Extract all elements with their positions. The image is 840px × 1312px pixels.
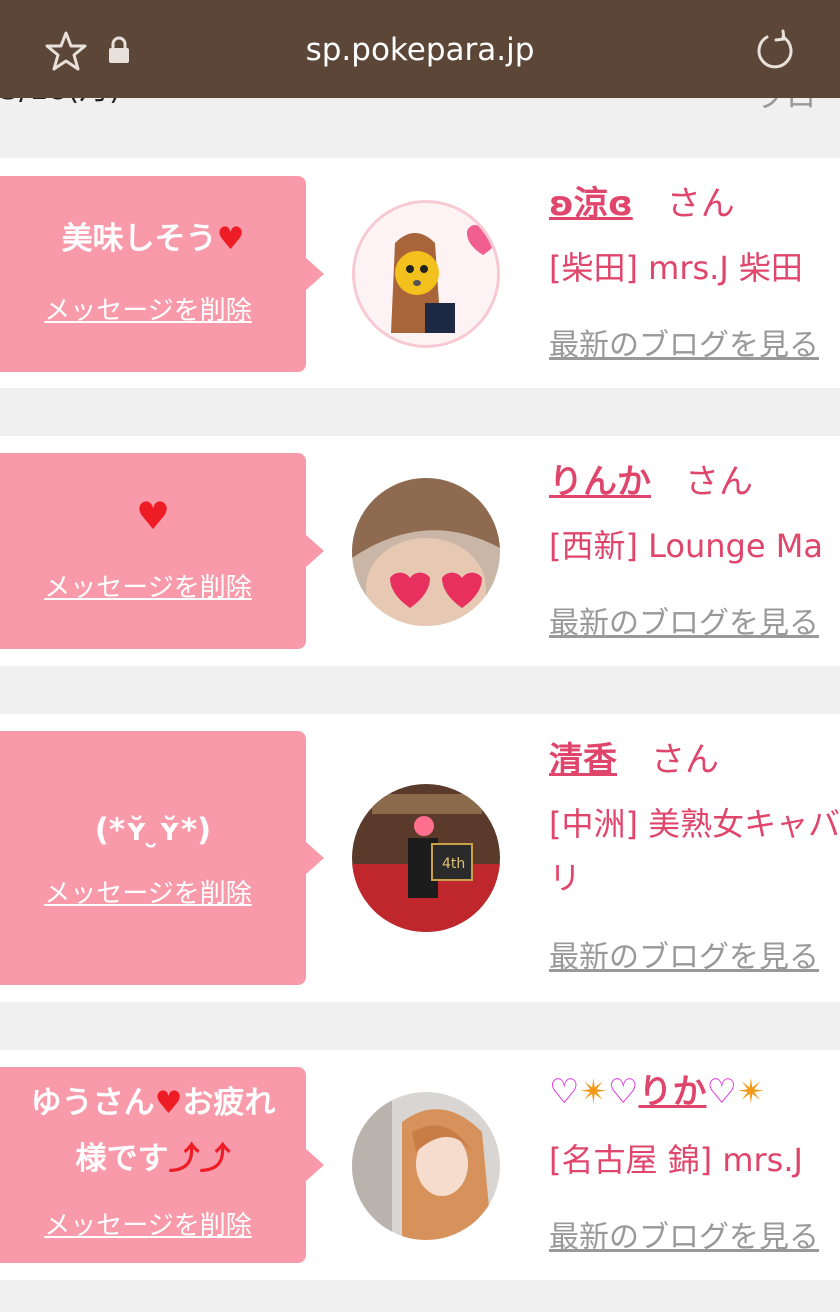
sender-name-line: ♡✴♡りか♡✴ (549, 1070, 765, 1114)
shop-name: [名古屋 錦] mrs.J (549, 1141, 803, 1179)
message-text: ♥ (0, 489, 306, 546)
honorific: さん (685, 462, 753, 502)
avatar[interactable] (352, 478, 500, 626)
avatar[interactable] (352, 200, 500, 348)
star-icon: ✴ (736, 1072, 766, 1112)
sender-name-link[interactable]: ʚ涼ɞ (549, 184, 633, 224)
delete-message-link[interactable]: メッセージを削除 (0, 1209, 296, 1243)
message-bubble: (*ʏ̆ ̮ʏ̆*) メッセージを削除 (0, 731, 324, 985)
avatar[interactable] (352, 1092, 500, 1240)
avatar[interactable]: 4th (352, 784, 500, 932)
browser-url-bar: sp.pokepara.jp (0, 0, 840, 98)
shop-name: [中洲] 美熟女キャバ (549, 805, 840, 843)
message-body: ゆうさん (30, 1085, 155, 1121)
message-card: ゆうさん♥お疲れ 様です⤴⤴ メッセージを削除 ♡✴♡りか♡✴ [名古屋 錦] … (0, 1050, 840, 1280)
url-text[interactable]: sp.pokepara.jp (0, 30, 840, 70)
message-bubble: ゆうさん♥お疲れ 様です⤴⤴ メッセージを削除 (0, 1067, 324, 1263)
message-text: ゆうさん♥お疲れ 様です⤴⤴ (0, 1075, 306, 1187)
arrow-up-icon: ⤴⤴ (168, 1141, 231, 1177)
message-body-end: 様です (75, 1141, 169, 1177)
message-card: (*ʏ̆ ̮ʏ̆*) メッセージを削除 4th 清香 さん [中洲] 美熟女キャバ… (0, 714, 840, 1002)
message-card: ♥ メッセージを削除 りんか さん [西新] Lounge Ma 最新のブログを見… (0, 436, 840, 666)
message-bubble: ♥ メッセージを削除 (0, 453, 324, 649)
message-body: 美味しそう (61, 221, 217, 257)
avatar-image (352, 478, 500, 626)
honorific: さん (651, 740, 719, 780)
latest-blog-link[interactable]: 最新のブログを見る (549, 938, 840, 978)
latest-blog-link[interactable]: 最新のブログを見る (549, 604, 840, 644)
heart-icon: ♥ (154, 1085, 183, 1121)
heart-icon: ♥ (135, 494, 171, 538)
avatar-image (352, 1092, 500, 1240)
sender-name-line: ʚ涼ɞ さん (549, 182, 735, 226)
reload-icon[interactable] (753, 29, 797, 73)
sender-name-link[interactable]: りか (638, 1072, 706, 1112)
heart-icon: ♥ (216, 221, 245, 257)
heart-outline-icon: ♡ (607, 1072, 639, 1112)
sender-name-line: 清香 さん (549, 738, 719, 782)
heart-outline-icon: ♡ (706, 1072, 737, 1112)
message-card: 美味しそう♥ メッセージを削除 ʚ涼ɞ さん [柴田] mrs.J 柴田 最新のブ… (0, 158, 840, 388)
avatar-image (355, 203, 497, 345)
sender-name-line: りんか さん (549, 460, 753, 504)
sender-name-link[interactable]: 清香 (549, 740, 617, 780)
delete-message-link[interactable]: メッセージを削除 (0, 294, 296, 328)
shop-name: [西新] Lounge Ma (549, 527, 823, 565)
shop-name: [柴田] mrs.J 柴田 (549, 249, 803, 287)
latest-blog-link[interactable]: 最新のブログを見る (549, 1218, 840, 1258)
sender-name-link[interactable]: りんか (549, 462, 651, 502)
message-body-mid: お疲れ (182, 1085, 276, 1121)
message-text: (*ʏ̆ ̮ʏ̆*) (94, 812, 212, 848)
delete-message-link[interactable]: メッセージを削除 (0, 877, 296, 911)
star-icon: ✴ (579, 1072, 608, 1112)
avatar-image: 4th (352, 784, 500, 932)
sparkle-hearts-icon: ♡ (549, 1072, 580, 1112)
message-text: 美味しそう♥ (0, 212, 306, 266)
honorific: さん (666, 184, 735, 224)
latest-blog-link[interactable]: 最新のブログを見る (549, 326, 840, 366)
svg-text:4th: 4th (442, 856, 465, 872)
delete-message-link[interactable]: メッセージを削除 (0, 571, 296, 605)
message-bubble: 美味しそう♥ メッセージを削除 (0, 176, 324, 372)
shop-name-continued: リ (549, 859, 582, 897)
